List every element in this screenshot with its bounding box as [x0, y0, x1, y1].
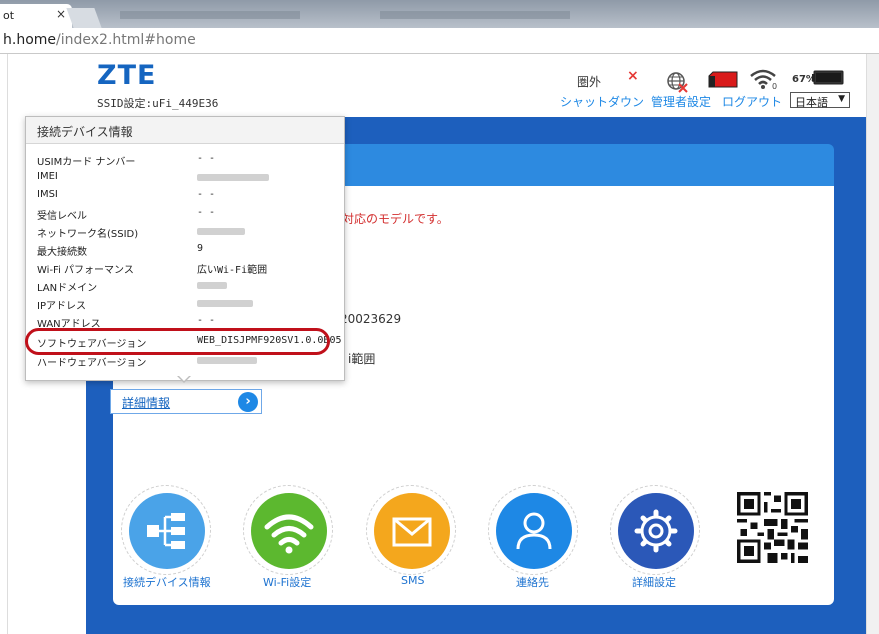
redacted-value: [197, 171, 269, 184]
no-signal-icon: ×: [627, 68, 639, 84]
shutdown-link[interactable]: シャットダウン: [560, 93, 644, 110]
info-row: ネットワーク名(SSID): [37, 225, 337, 243]
device-info-shortcut[interactable]: [121, 485, 211, 575]
info-label: USIMカード ナンバー: [37, 157, 136, 168]
info-label: LANドメイン: [37, 283, 98, 294]
wifi-settings-label[interactable]: Wi-Fi設定: [263, 574, 311, 590]
popup-pointer-inner: [178, 375, 190, 381]
info-label: ネットワーク名(SSID): [37, 229, 139, 240]
info-row: IMSI - -: [37, 189, 337, 207]
sms-shortcut[interactable]: [366, 485, 456, 575]
info-value: - -: [197, 189, 216, 200]
device-tree-icon[interactable]: [129, 493, 205, 569]
wifi-icon[interactable]: [251, 493, 327, 569]
sim-card-icon: [708, 71, 738, 88]
info-value: 9: [197, 243, 204, 254]
contacts-shortcut[interactable]: [488, 485, 578, 575]
blurred-tab: [380, 11, 570, 19]
info-value: - -: [197, 207, 216, 218]
info-row: ハードウェアバージョン: [37, 354, 337, 372]
device-info-label[interactable]: 接続デバイス情報: [123, 574, 211, 590]
info-label: ハードウェアバージョン: [37, 358, 147, 369]
tab-title: ot: [3, 9, 15, 22]
info-row: Wi-Fi パフォーマンス 広いWi-Fi範囲: [37, 261, 337, 279]
detail-info-button[interactable]: 詳細情報 ›: [110, 389, 262, 414]
signal-status: 圏外: [577, 75, 602, 89]
redacted-value: [197, 354, 257, 367]
language-value: 日本語: [795, 96, 828, 109]
svg-text:0: 0: [772, 82, 777, 90]
redacted-value: [197, 225, 245, 238]
info-value: - -: [197, 153, 216, 164]
page: ot × h.home/index2.html#home ZTE SSID設定:…: [0, 0, 879, 634]
annotation-highlight-oval: [25, 328, 330, 355]
info-label: IPアドレス: [37, 301, 86, 312]
url-text: h.home/index2.html#home: [3, 32, 196, 48]
info-row: 最大接続数 9: [37, 243, 337, 261]
wifi-range-fragment: i範囲: [348, 352, 376, 366]
popup-title: 接続デバイス情報: [37, 125, 133, 139]
browser-tab-bar: ot ×: [0, 0, 879, 28]
ssid-label: SSID設定:uFi_449E36: [97, 97, 219, 110]
url-path: /index2.html#home: [56, 32, 196, 48]
page-left-edge: [7, 54, 8, 634]
url-host: h.home: [3, 32, 57, 48]
info-row: USIMカード ナンバー - -: [37, 153, 337, 171]
battery-icon: [812, 70, 844, 85]
notice-text: 対応のモデルです。: [342, 212, 449, 226]
info-label: IMSI: [37, 189, 58, 200]
logout-link[interactable]: ログアウト: [722, 93, 782, 110]
info-label: 最大接続数: [37, 247, 87, 258]
tab-close-icon[interactable]: ×: [56, 7, 66, 21]
info-row: IMEI: [37, 171, 337, 189]
scrollbar[interactable]: [866, 54, 879, 634]
browser-tab[interactable]: ot ×: [0, 4, 72, 28]
qr-code-icon: [737, 492, 808, 563]
blurred-tab: [120, 11, 300, 19]
info-row: 受信レベル - -: [37, 207, 337, 225]
info-value: 広いWi-Fi範囲: [197, 265, 268, 276]
chevron-down-icon: ▼: [838, 94, 845, 104]
contacts-label[interactable]: 連絡先: [516, 574, 549, 590]
advanced-settings-shortcut[interactable]: [610, 485, 700, 575]
version-fragment: 20023629: [340, 312, 402, 326]
zte-logo: ZTE: [97, 60, 157, 91]
popup-header: 接続デバイス情報: [26, 117, 344, 144]
info-label: 受信レベル: [37, 211, 87, 222]
envelope-icon[interactable]: [374, 493, 450, 569]
info-row: LANドメイン: [37, 279, 337, 297]
redacted-value: [197, 279, 227, 292]
person-icon[interactable]: [496, 493, 572, 569]
redacted-value: [197, 297, 253, 310]
info-label: Wi-Fi パフォーマンス: [37, 265, 134, 276]
info-value: - -: [197, 315, 216, 326]
info-label: IMEI: [37, 171, 58, 182]
advanced-settings-label[interactable]: 詳細設定: [632, 574, 676, 590]
wifi-settings-shortcut[interactable]: [243, 485, 333, 575]
new-tab-button[interactable]: [66, 8, 102, 28]
chevron-right-icon[interactable]: ›: [238, 392, 258, 412]
language-select[interactable]: 日本語 ▼: [790, 92, 850, 109]
sms-label[interactable]: SMS: [401, 574, 424, 587]
gear-icon[interactable]: [618, 493, 694, 569]
wifi-status-icon: 0: [750, 69, 777, 90]
admin-settings-link[interactable]: 管理者設定: [651, 93, 711, 110]
detail-info-label[interactable]: 詳細情報: [122, 394, 170, 411]
info-row: IPアドレス: [37, 297, 337, 315]
roaming-globe-icon: [667, 72, 688, 93]
address-bar[interactable]: h.home/index2.html#home: [0, 28, 879, 54]
